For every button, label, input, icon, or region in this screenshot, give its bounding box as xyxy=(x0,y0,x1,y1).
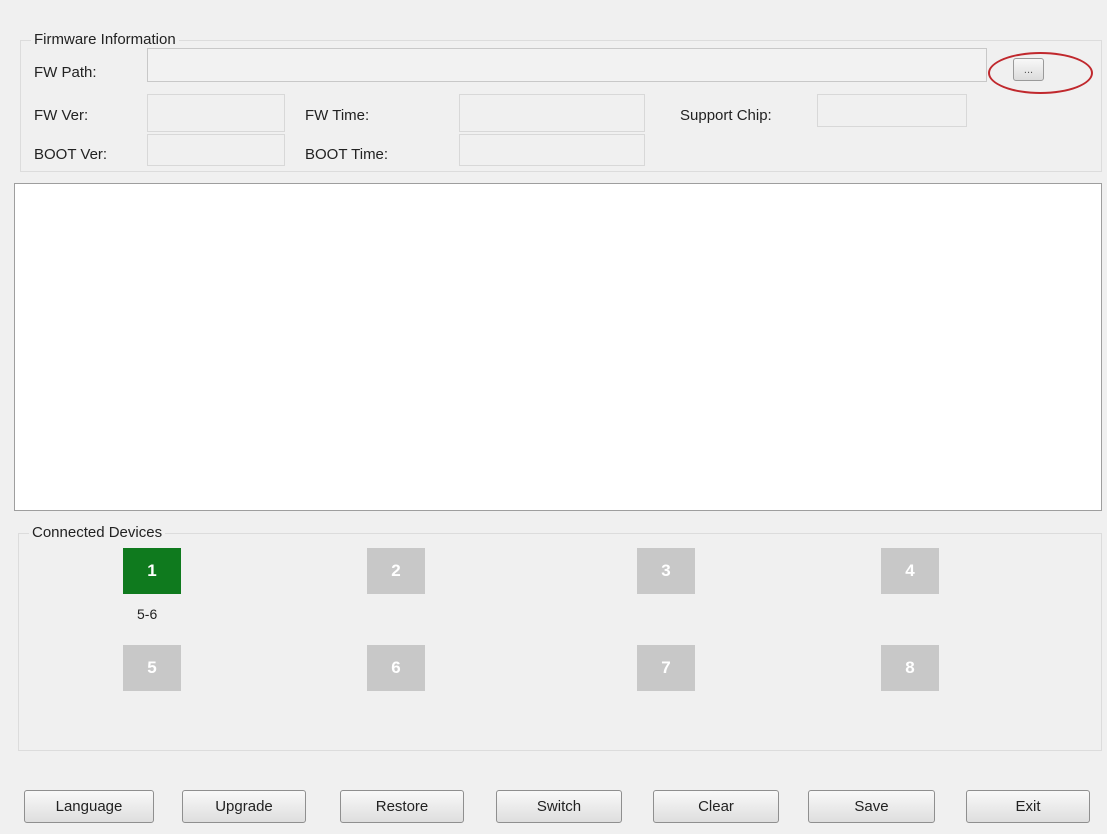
device-tile-1[interactable]: 1 xyxy=(123,548,181,594)
save-button[interactable]: Save xyxy=(808,790,935,823)
boot-time-field xyxy=(459,134,645,166)
exit-button[interactable]: Exit xyxy=(966,790,1090,823)
fw-time-field xyxy=(459,94,645,132)
restore-button[interactable]: Restore xyxy=(340,790,464,823)
log-textarea[interactable] xyxy=(14,183,1102,511)
support-chip-field xyxy=(817,94,967,127)
boot-ver-label: BOOT Ver: xyxy=(34,146,108,163)
boot-ver-field xyxy=(147,134,285,166)
device-tile-3[interactable]: 3 xyxy=(637,548,695,594)
fw-ver-label: FW Ver: xyxy=(34,107,89,124)
device-1-port-label: 5-6 xyxy=(137,606,158,622)
device-tile-5[interactable]: 5 xyxy=(123,645,181,691)
upgrade-button[interactable]: Upgrade xyxy=(182,790,306,823)
device-tile-4[interactable]: 4 xyxy=(881,548,939,594)
support-chip-label: Support Chip: xyxy=(680,107,772,124)
fw-path-label: FW Path: xyxy=(34,64,97,81)
firmware-info-title: Firmware Information xyxy=(31,31,179,49)
device-tile-2[interactable]: 2 xyxy=(367,548,425,594)
device-tile-8[interactable]: 8 xyxy=(881,645,939,691)
browse-button[interactable]: ... xyxy=(1013,58,1044,81)
boot-time-label: BOOT Time: xyxy=(305,146,389,163)
fw-ver-field xyxy=(147,94,285,132)
switch-button[interactable]: Switch xyxy=(496,790,622,823)
connected-devices-title: Connected Devices xyxy=(29,524,166,542)
fw-path-input[interactable] xyxy=(147,48,987,82)
device-tile-7[interactable]: 7 xyxy=(637,645,695,691)
fw-time-label: FW Time: xyxy=(305,107,370,124)
clear-button[interactable]: Clear xyxy=(653,790,779,823)
device-tile-6[interactable]: 6 xyxy=(367,645,425,691)
language-button[interactable]: Language xyxy=(24,790,154,823)
